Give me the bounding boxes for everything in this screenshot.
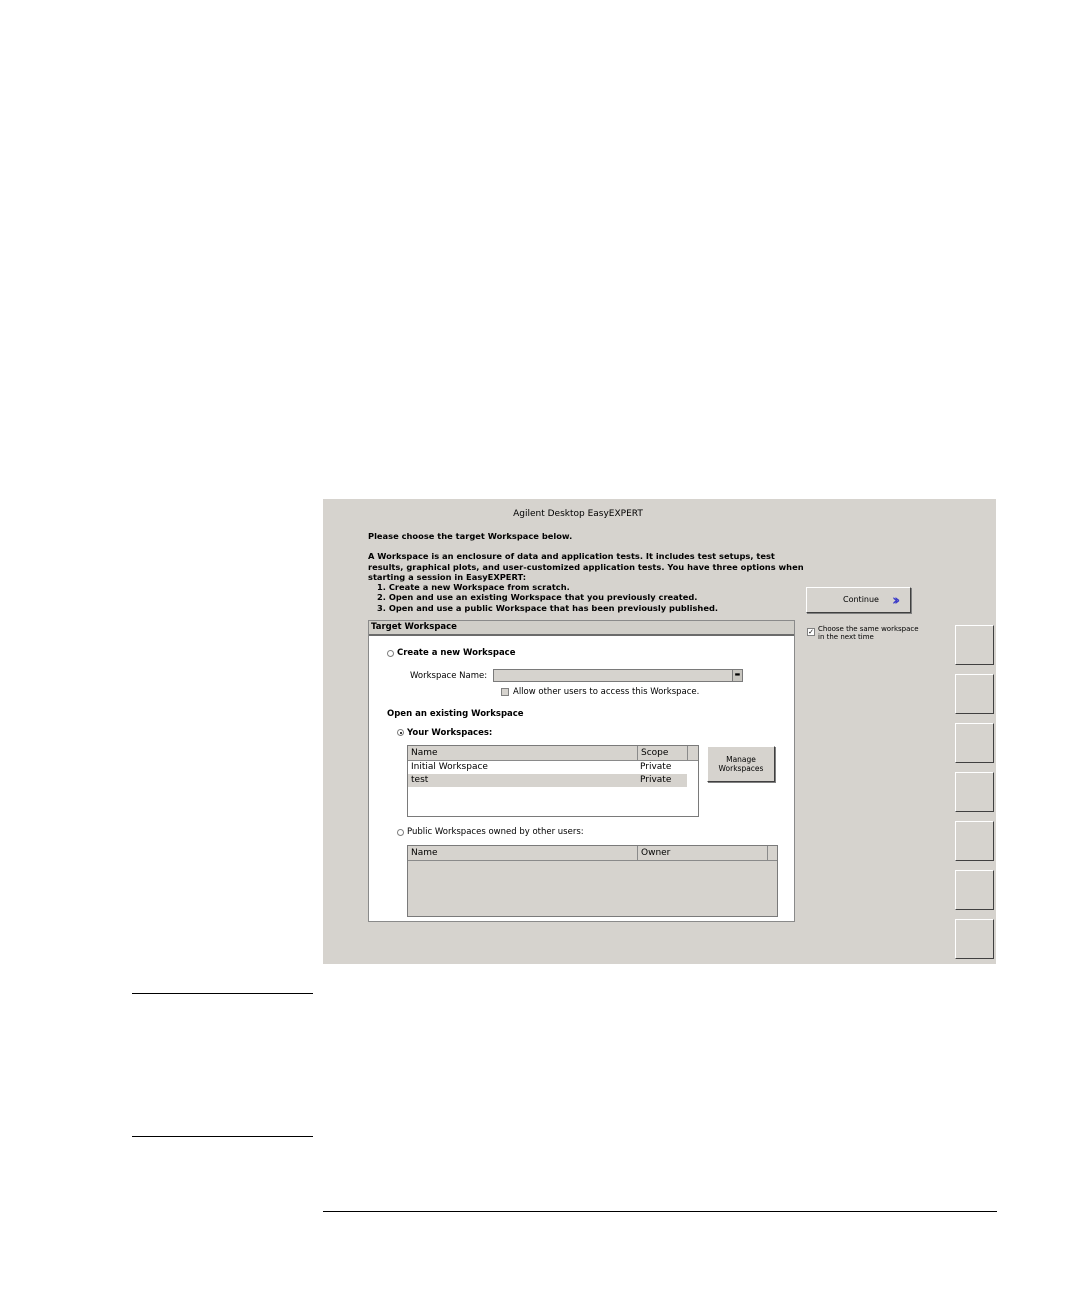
row-name: Initial Workspace: [411, 762, 488, 772]
your-workspaces-radio[interactable]: [397, 729, 404, 736]
column-header-scope[interactable]: Scope: [637, 746, 687, 760]
intro-paragraph-line: results, graphical plots, and user-custo…: [368, 561, 804, 572]
softkey-1[interactable]: [955, 625, 994, 665]
panel-header: Target Workspace: [369, 621, 794, 636]
intro-paragraph-line: starting a session in EasyEXPERT:: [368, 571, 527, 582]
allow-access-label: Allow other users to access this Workspa…: [513, 687, 700, 697]
remember-workspace-checkbox[interactable]: ✓: [807, 628, 815, 636]
column-header-name[interactable]: Name: [408, 746, 637, 760]
open-existing-heading: Open an existing Workspace: [387, 709, 524, 719]
continue-label: Continue: [843, 595, 879, 604]
softkey-4[interactable]: [955, 772, 994, 812]
softkey-5[interactable]: [955, 821, 994, 861]
softkey-6[interactable]: [955, 870, 994, 910]
list-header: Name Scope: [408, 746, 698, 761]
public-workspaces-label[interactable]: Public Workspaces owned by other users:: [407, 827, 584, 837]
chevron-down-icon[interactable]: ▬: [732, 670, 742, 681]
create-new-radio[interactable]: [387, 650, 394, 657]
row-scope: Private: [640, 762, 672, 772]
row-name: test: [411, 775, 429, 785]
list-header: Name Owner: [408, 846, 777, 861]
your-workspaces-list[interactable]: Name Scope Initial Workspace Private tes…: [407, 745, 699, 817]
create-new-label[interactable]: Create a new Workspace: [397, 648, 515, 658]
column-header-owner[interactable]: Owner: [637, 846, 767, 860]
softkey-7[interactable]: [955, 919, 994, 959]
intro-paragraph-line: A Workspace is an enclosure of data and …: [368, 551, 775, 562]
allow-access-checkbox[interactable]: [501, 688, 509, 696]
target-workspace-panel: Target Workspace Create a new Workspace …: [368, 620, 795, 922]
row-scope: Private: [640, 775, 672, 785]
public-workspaces-list[interactable]: Name Owner: [407, 845, 778, 917]
public-workspaces-radio[interactable]: [397, 829, 404, 836]
intro-option: 3. Open and use a public Workspace that …: [377, 602, 719, 613]
table-row[interactable]: Initial Workspace Private: [408, 761, 698, 774]
column-header-name[interactable]: Name: [408, 846, 637, 860]
intro-option: 2. Open and use an existing Workspace th…: [377, 592, 698, 603]
margin-rule-bottom: [132, 1136, 313, 1137]
column-header-filler: [767, 846, 777, 860]
manage-workspaces-button[interactable]: Manage Workspaces: [707, 746, 775, 782]
column-header-filler: [687, 746, 698, 760]
intro-heading: Please choose the target Workspace below…: [368, 531, 573, 541]
softkey-2[interactable]: [955, 674, 994, 714]
intro-text: Please choose the target Workspace below…: [368, 531, 808, 613]
window-title: Agilent Desktop EasyEXPERT: [513, 509, 643, 519]
remember-workspace-label: Choose the same workspace in the next ti…: [818, 625, 919, 641]
margin-rule-top: [132, 993, 313, 994]
easyexpert-screen: Agilent Desktop EasyEXPERT Please choose…: [323, 499, 996, 964]
intro-option: 1. Create a new Workspace from scratch.: [377, 582, 570, 593]
softkey-3[interactable]: [955, 723, 994, 763]
double-chevron-right-icon: ››: [892, 591, 901, 609]
your-workspaces-label[interactable]: Your Workspaces:: [407, 728, 492, 738]
workspace-name-label: Workspace Name:: [410, 671, 488, 681]
table-row[interactable]: test Private: [408, 774, 687, 787]
continue-button[interactable]: Continue ››: [806, 587, 911, 613]
workspace-name-input[interactable]: ▬: [493, 669, 743, 682]
footer-rule: [323, 1211, 997, 1212]
